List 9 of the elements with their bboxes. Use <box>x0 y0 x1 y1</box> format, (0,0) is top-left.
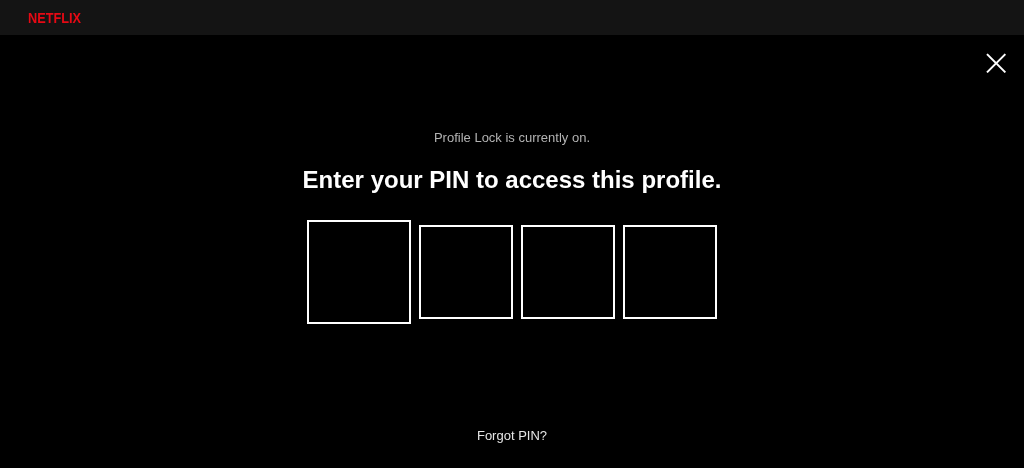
pin-digit-field[interactable] <box>521 225 615 319</box>
lock-notice: Profile Lock is currently on. <box>433 130 591 145</box>
close-button[interactable]: × <box>976 43 1016 81</box>
forgot-pin-link[interactable]: Forgot PIN? <box>476 428 548 443</box>
pin-digit-field[interactable] <box>419 225 513 319</box>
logo[interactable]: NETFLIX <box>28 9 82 26</box>
pin-digit-field[interactable] <box>623 225 717 319</box>
pin-digit-field[interactable] <box>307 220 411 324</box>
pin-heading: Enter your PIN to access this profile. <box>302 166 722 194</box>
